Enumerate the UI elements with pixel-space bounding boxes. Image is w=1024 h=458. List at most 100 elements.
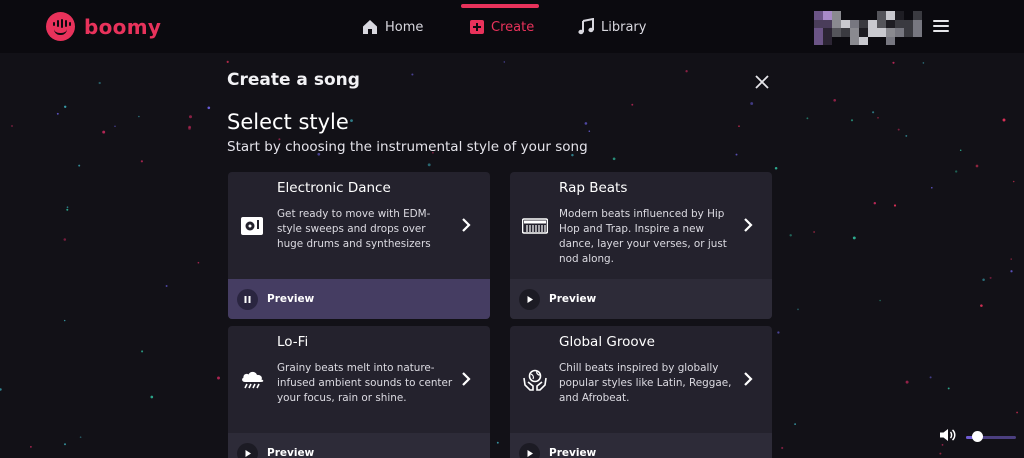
preview-bar[interactable]: Preview (510, 279, 772, 319)
particle-dot (877, 116, 879, 119)
section-heading: Select style (227, 110, 349, 134)
avatar-pixel (823, 36, 832, 45)
particle-dot (781, 446, 784, 450)
style-card-global-groove[interactable]: Global Groove Chill beats inspired by gl… (510, 326, 772, 458)
nav-library[interactable]: Library (577, 16, 646, 38)
avatar-pixel (913, 11, 922, 20)
particle-dot (1010, 270, 1013, 273)
particle-dot (947, 387, 950, 390)
nav-create[interactable]: Create (469, 16, 534, 38)
particle-dot (114, 125, 116, 128)
chevron-right-icon[interactable] (742, 371, 754, 387)
particle-dot (188, 125, 191, 129)
particle-dot (79, 436, 82, 439)
play-button[interactable] (519, 442, 540, 458)
particle-dot (929, 376, 932, 379)
particle-dot (1010, 258, 1012, 260)
avatar-pixel (814, 28, 823, 37)
play-icon (527, 295, 533, 303)
particle-dot (66, 208, 69, 211)
particle-dot (138, 115, 140, 118)
chevron-right-icon[interactable] (460, 217, 472, 233)
top-navigation-bar: boomy Home Create Library (0, 0, 1024, 53)
particle-dot (56, 112, 59, 115)
particle-dot (806, 117, 809, 120)
volume-icon[interactable] (939, 427, 957, 443)
nav-home-label: Home (385, 19, 424, 35)
preview-label: Preview (267, 447, 315, 458)
particle-dot (496, 441, 499, 444)
style-description: Chill beats inspired by globally popular… (559, 362, 732, 404)
style-card-lo-fi[interactable]: Lo-Fi Grainy beats melt into nature-infu… (228, 326, 490, 458)
nav-create-label: Create (491, 19, 535, 35)
style-card-rap-beats[interactable]: Rap Beats Modern beats influenced by Hip… (510, 172, 772, 319)
particle-dot (1012, 180, 1015, 183)
rain-cloud-icon (242, 371, 264, 389)
avatar-pixel (850, 36, 859, 45)
avatar-pixel (841, 11, 850, 20)
particle-dot (905, 134, 908, 137)
play-button[interactable] (519, 288, 540, 310)
avatar-pixel (832, 36, 841, 45)
avatar-pixel (823, 28, 832, 37)
particle-dot (794, 423, 796, 425)
particle-dot (66, 206, 69, 209)
particle-dot (30, 446, 32, 448)
particle-dot (0, 388, 2, 391)
play-button[interactable] (237, 442, 258, 458)
particle-dot (813, 231, 815, 233)
chevron-right-icon[interactable] (742, 217, 754, 233)
user-avatar[interactable] (814, 11, 922, 45)
particle-dot (980, 304, 983, 307)
music-note-icon (578, 18, 594, 35)
keyboard-icon (522, 218, 548, 234)
home-icon (363, 20, 377, 34)
avatar-pixel (895, 11, 904, 20)
avatar-pixel (877, 36, 886, 45)
avatar-pixel (868, 11, 877, 20)
particle-dot (11, 125, 13, 127)
chevron-right-icon[interactable] (460, 371, 472, 387)
avatar-pixel (814, 19, 823, 28)
volume-slider-knob[interactable] (971, 431, 983, 442)
menu-line (933, 30, 949, 32)
nav-home[interactable]: Home (361, 16, 423, 38)
avatar-pixel (886, 36, 895, 45)
avatar-pixel (877, 11, 886, 20)
pause-button[interactable] (237, 288, 258, 310)
menu-line (933, 20, 949, 22)
close-icon[interactable] (754, 74, 770, 90)
avatar-pixel (886, 28, 895, 37)
particle-dot (897, 128, 900, 131)
avatar-pixel (832, 28, 841, 37)
particle-dot (612, 157, 616, 161)
play-icon (245, 449, 251, 457)
particle-dot (78, 164, 81, 167)
style-title: Rap Beats (559, 180, 628, 196)
avatar-pixel (868, 36, 877, 45)
particle-dot (150, 395, 154, 399)
boomy-logo[interactable]: boomy (46, 11, 161, 42)
particle-dot (1016, 411, 1018, 414)
avatar-pixel (823, 19, 832, 28)
avatar-pixel (859, 11, 868, 20)
particle-dot (738, 125, 740, 127)
particle-dot (959, 149, 962, 152)
avatar-pixel (877, 28, 886, 37)
particle-dot (63, 443, 67, 446)
preview-bar[interactable]: Preview (228, 279, 490, 319)
avatar-pixel (859, 28, 868, 37)
avatar-pixel (886, 19, 895, 28)
style-card-electronic-dance[interactable]: Electronic Dance Get ready to move with … (228, 172, 490, 319)
particle-dot (750, 102, 754, 105)
avatar-pixel (814, 36, 823, 45)
preview-bar[interactable]: Preview (228, 433, 490, 458)
avatar-pixel (895, 19, 904, 28)
style-title: Global Groove (559, 334, 655, 350)
hamburger-menu-button[interactable] (933, 20, 949, 33)
particle-dot (879, 299, 881, 302)
preview-bar[interactable]: Preview (510, 433, 772, 458)
particle-dot (63, 105, 67, 109)
menu-line (933, 25, 949, 27)
preview-label: Preview (549, 293, 597, 305)
